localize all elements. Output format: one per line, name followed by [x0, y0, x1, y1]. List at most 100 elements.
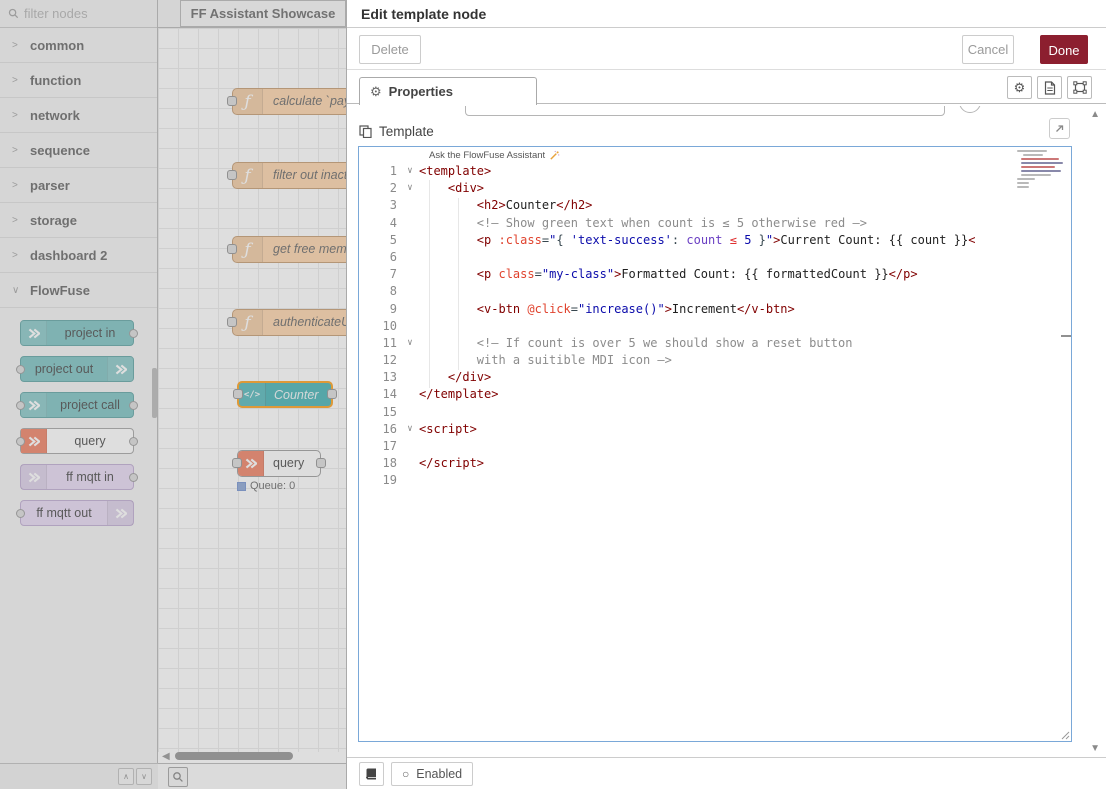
output-port[interactable]: [129, 329, 138, 338]
palette-scrollbar[interactable]: [152, 368, 157, 418]
code-text: <div>: [419, 180, 1071, 197]
node-appearance-button[interactable]: [1067, 76, 1092, 99]
workspace-tab[interactable]: FF Assistant Showcase: [180, 0, 346, 27]
code-line-14[interactable]: 14</template>: [359, 386, 1071, 403]
clipped-field[interactable]: [465, 106, 945, 116]
node-settings-button[interactable]: ⚙: [1007, 76, 1032, 99]
template-code-editor[interactable]: Ask the FlowFuse Assistant 1∨<template>2…: [358, 146, 1072, 742]
code-text: <p :class="{ 'text-success': count ≤ 5 }…: [419, 232, 1071, 249]
code-line-7[interactable]: 7 <p class="my-class">Formatted Count: {…: [359, 266, 1071, 283]
palette-node-ff-mqtt-out[interactable]: ff mqtt out: [20, 500, 134, 526]
input-port[interactable]: [227, 317, 237, 327]
palette-node-ff-mqtt-in[interactable]: ff mqtt in: [20, 464, 134, 490]
output-port[interactable]: [129, 401, 138, 410]
input-port[interactable]: [16, 401, 25, 410]
code-line-15[interactable]: 15: [359, 404, 1071, 421]
function-node-calculate[interactable]: ƒ calculate `pay: [232, 88, 346, 115]
code-line-1[interactable]: 1∨<template>: [359, 163, 1071, 180]
code-line-11[interactable]: 11∨ <!— If count is over 5 we should sho…: [359, 335, 1071, 352]
code-text: [419, 318, 1071, 335]
appearance-frame-icon: [1073, 81, 1087, 94]
palette-category-FlowFuse[interactable]: ∨FlowFuse: [0, 273, 157, 308]
fold-gutter: [401, 369, 419, 386]
code-line-2[interactable]: 2∨ <div>: [359, 180, 1071, 197]
input-port[interactable]: [16, 437, 25, 446]
palette-category-dashboard-2[interactable]: >dashboard 2: [0, 238, 157, 273]
output-port[interactable]: [129, 473, 138, 482]
minimap[interactable]: [1017, 150, 1063, 200]
code-line-5[interactable]: 5 <p :class="{ 'text-success': count ≤ 5…: [359, 232, 1071, 249]
palette-node-query[interactable]: query: [20, 428, 134, 454]
delete-button[interactable]: Delete: [359, 35, 421, 64]
palette-collapse-button[interactable]: ∧: [118, 768, 134, 785]
palette-category-sequence[interactable]: >sequence: [0, 133, 157, 168]
code-line-6[interactable]: 6: [359, 249, 1071, 266]
horizontal-scrollbar[interactable]: [175, 752, 293, 760]
hscroll-left-arrow[interactable]: ◀: [162, 751, 170, 762]
cancel-button[interactable]: Cancel: [962, 35, 1014, 64]
palette-category-storage[interactable]: >storage: [0, 203, 157, 238]
fold-arrow-icon[interactable]: ∨: [401, 180, 419, 197]
code-text: <p class="my-class">Formatted Count: {{ …: [419, 266, 1071, 283]
input-port[interactable]: [233, 389, 243, 399]
code-line-4[interactable]: 4 <!— Show green text when count is ≤ 5 …: [359, 215, 1071, 232]
palette-category-function[interactable]: >function: [0, 63, 157, 98]
query-node[interactable]: query: [237, 450, 321, 477]
scroll-up-arrow[interactable]: ▲: [1090, 109, 1100, 120]
fold-arrow-icon[interactable]: ∨: [401, 163, 419, 180]
function-node-filter[interactable]: ƒ filter out inacti: [232, 162, 346, 189]
line-number: 12: [359, 352, 401, 369]
workspace-zoom-button[interactable]: [168, 767, 188, 787]
document-icon: [1044, 81, 1056, 95]
chevron-right-icon: >: [12, 40, 20, 51]
node-description-button[interactable]: [1037, 76, 1062, 99]
enabled-toggle-button[interactable]: ○ Enabled: [391, 762, 473, 786]
line-number: 11: [359, 335, 401, 352]
code-line-12[interactable]: 12 with a suitible MDI icon —>: [359, 352, 1071, 369]
code-line-17[interactable]: 17: [359, 438, 1071, 455]
template-node-counter[interactable]: </> Counter: [237, 381, 333, 408]
input-port[interactable]: [232, 458, 242, 468]
palette-search-input[interactable]: filter nodes: [0, 0, 157, 28]
editor-expand-button[interactable]: [1049, 118, 1070, 139]
palette-footer: ∧ ∨: [0, 763, 158, 789]
docs-button[interactable]: [359, 762, 384, 786]
fold-gutter: [401, 386, 419, 403]
code-line-13[interactable]: 13 </div>: [359, 369, 1071, 386]
code-line-3[interactable]: 3 <h2>Counter</h2>: [359, 197, 1071, 214]
code-line-18[interactable]: 18</script>: [359, 455, 1071, 472]
output-port[interactable]: [316, 458, 326, 468]
fold-gutter: [401, 455, 419, 472]
editor-resize-handle[interactable]: [1059, 729, 1070, 740]
input-port[interactable]: [227, 96, 237, 106]
input-port[interactable]: [16, 365, 25, 374]
palette-node-project-call[interactable]: project call: [20, 392, 134, 418]
code-line-9[interactable]: 9 <v-btn @click="increase()">Increment</…: [359, 301, 1071, 318]
code-text: <template>: [419, 163, 1071, 180]
scroll-down-arrow[interactable]: ▼: [1090, 743, 1100, 754]
palette-node-project-in[interactable]: project in: [20, 320, 134, 346]
function-node-authenticate[interactable]: ƒ authenticateU: [232, 309, 346, 336]
output-port[interactable]: [327, 389, 337, 399]
assistant-placeholder[interactable]: Ask the FlowFuse Assistant: [429, 150, 560, 161]
input-port[interactable]: [227, 170, 237, 180]
function-node-memory[interactable]: ƒ get free memo: [232, 236, 346, 263]
code-line-8[interactable]: 8: [359, 283, 1071, 300]
palette-category-common[interactable]: >common: [0, 28, 157, 63]
output-port[interactable]: [129, 437, 138, 446]
done-button[interactable]: Done: [1040, 35, 1088, 64]
palette-category-network[interactable]: >network: [0, 98, 157, 133]
input-port[interactable]: [16, 509, 25, 518]
palette-category-parser[interactable]: >parser: [0, 168, 157, 203]
code-line-10[interactable]: 10: [359, 318, 1071, 335]
node-status: Queue: 0: [237, 480, 295, 492]
palette-node-project-out[interactable]: project out: [20, 356, 134, 382]
input-port[interactable]: [227, 244, 237, 254]
code-line-16[interactable]: 16∨<script>: [359, 421, 1071, 438]
fold-arrow-icon[interactable]: ∨: [401, 335, 419, 352]
code-line-19[interactable]: 19: [359, 472, 1071, 489]
fold-arrow-icon[interactable]: ∨: [401, 421, 419, 438]
code-text: [419, 283, 1071, 300]
palette-expand-button[interactable]: ∨: [136, 768, 152, 785]
tab-properties[interactable]: ⚙ Properties: [359, 77, 537, 105]
